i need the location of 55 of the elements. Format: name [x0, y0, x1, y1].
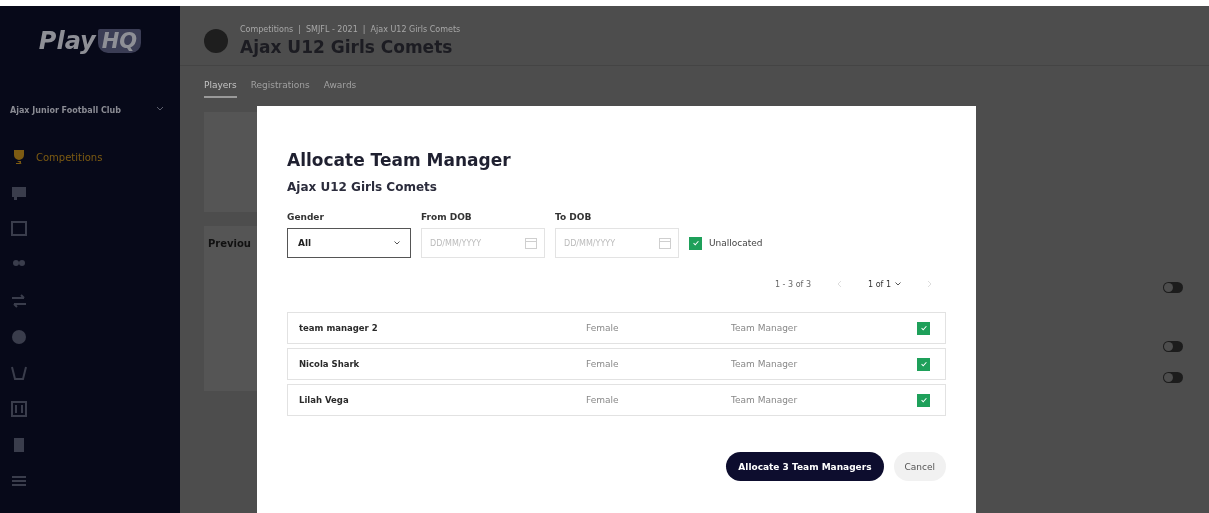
check-icon	[919, 324, 928, 332]
toggle-switch[interactable]	[1163, 372, 1183, 383]
manager-row[interactable]: team manager 2 Female Team Manager	[287, 312, 946, 344]
field-label: Gender	[287, 212, 325, 222]
breadcrumb-trail: Competitions | SMJFL - 2021 | Ajax U12 Girls Comets	[240, 24, 461, 34]
arrows-icon[interactable]	[10, 292, 28, 310]
tab[interactable]: Players	[204, 80, 237, 98]
chevron-icon	[394, 241, 400, 245]
check-icon	[691, 239, 700, 247]
cancel-button[interactable]: Cancel	[893, 452, 946, 481]
frame-icon[interactable]	[10, 220, 28, 238]
role-cell-text: Team Manager	[731, 323, 799, 333]
check-icon	[919, 360, 928, 368]
gender-cell-text: Female	[586, 395, 620, 405]
gender-cell-text: Female	[586, 359, 620, 369]
allocate-button[interactable]: Allocate 3 Team Managers	[726, 452, 884, 481]
date-field[interactable]: DD/MM/YYYY	[421, 228, 545, 258]
grid-icon[interactable]	[10, 400, 28, 418]
role-cell-text: Team Manager	[731, 395, 799, 405]
chevron-icon	[156, 106, 164, 112]
check-icon	[919, 396, 928, 404]
organisation-name: Ajax Junior Football Club	[10, 106, 121, 115]
role-cell-text: Team Manager	[731, 359, 799, 369]
basket-icon[interactable]	[10, 364, 28, 382]
checkbox[interactable]	[917, 393, 930, 407]
circle-icon[interactable]	[10, 328, 28, 346]
calendar-icon	[525, 238, 537, 249]
manager-row[interactable]: Lilah Vega Female Team Manager	[287, 384, 946, 416]
logo-badge: HQ	[97, 29, 142, 53]
date-field[interactable]: DD/MM/YYYY	[555, 228, 679, 258]
monitor-icon[interactable]	[10, 184, 28, 202]
toggle-switch[interactable]	[1163, 341, 1183, 352]
calendar-icon	[659, 238, 671, 249]
previous-page-icon[interactable]	[837, 280, 842, 288]
next-page-icon[interactable]	[927, 280, 932, 288]
gender-cell-text: Female	[586, 323, 620, 333]
manager-name: team manager 2	[299, 323, 379, 333]
toggle-switch[interactable]	[1163, 282, 1183, 293]
modal-title: Allocate Team Manager	[287, 150, 512, 170]
team-logo	[204, 28, 228, 53]
modal-subtitle: Ajax U12 Girls Comets	[287, 180, 438, 194]
checkbox[interactable]	[689, 236, 702, 250]
logo-text: Play	[38, 27, 96, 55]
checkbox-label: Unallocated	[709, 238, 763, 248]
gender-dropdown[interactable]: All	[287, 228, 411, 258]
manager-name: Lilah Vega	[299, 395, 350, 405]
manager-name: Nicola Shark	[299, 359, 361, 369]
checkbox[interactable]	[917, 321, 930, 335]
manager-row[interactable]: Nicola Shark Female Team Manager	[287, 348, 946, 380]
field-label: From DOB	[421, 212, 473, 222]
result-count: 1 - 3 of 3	[774, 279, 811, 289]
checkbox[interactable]	[917, 357, 930, 371]
chevron-icon	[895, 282, 901, 286]
page-selector[interactable]: 1 of 1	[868, 279, 901, 289]
field-label: To DOB	[555, 212, 593, 222]
